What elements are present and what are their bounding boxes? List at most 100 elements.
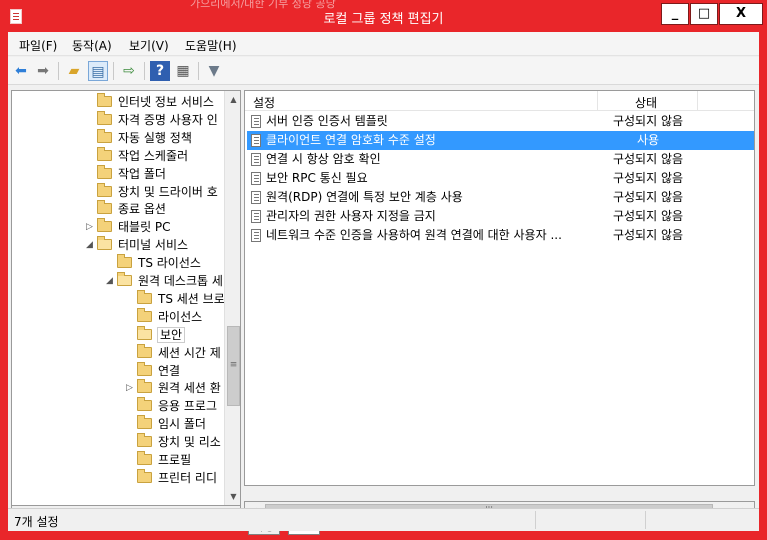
folder-icon [137, 397, 152, 412]
setting-row[interactable]: 네트워크 수준 인증을 사용하여 원격 연결에 대한 사용자 ... 구성되지 않… [247, 226, 754, 245]
tree-item[interactable]: 장치 및 드라이버 호 [97, 182, 218, 201]
menu-help[interactable]: 도움말(H) [185, 37, 237, 54]
properties-icon[interactable]: ▦ [173, 61, 193, 81]
forward-icon[interactable]: ➡ [33, 61, 53, 81]
menu-file[interactable]: 파일(F) [19, 37, 57, 54]
folder-icon [137, 307, 152, 322]
setting-row[interactable]: 보안 RPC 통신 필요 구성되지 않음 [247, 169, 754, 188]
tree-item[interactable]: 작업 스케줄러 [97, 146, 189, 165]
tree-item-label: 자격 증명 사용자 인 [118, 112, 218, 127]
export-icon[interactable]: ⇨ [119, 61, 139, 81]
folder-icon [137, 379, 152, 394]
folder-icon [97, 182, 112, 197]
tree-item[interactable]: ▷ 태블릿 PC [86, 218, 171, 236]
column-state[interactable]: 상태 [635, 94, 657, 111]
tree-pane[interactable]: 인터넷 정보 서비스 자격 증명 사용자 인 자동 실행 정책 작업 스케줄러작업 폴… [11, 90, 241, 506]
setting-name: 클라이언트 연결 암호화 수준 설정 [266, 133, 436, 147]
maximize-button[interactable]: □ [690, 3, 718, 25]
tree-item[interactable]: 작업 폴더 [97, 164, 166, 183]
menu-action[interactable]: 동작(A) [72, 37, 112, 54]
client-area: 파일(F) 동작(A) 보기(V) 도움말(H) ⬅ ➡ ▰ ▤ ⇨ ? ▦ ▼… [8, 32, 759, 535]
folder-icon [137, 343, 152, 358]
setting-name: 네트워크 수준 인증을 사용하여 원격 연결에 대한 사용자 ... [266, 228, 562, 242]
tree-item-label: 장치 및 리소 [158, 435, 221, 450]
policy-setting-icon [251, 229, 261, 242]
tree-item-label: 터미널 서비스 [118, 238, 189, 253]
folder-icon [137, 433, 152, 448]
column-setting[interactable]: 설정 [253, 94, 275, 111]
policy-setting-icon [251, 153, 261, 166]
setting-row[interactable]: 원격(RDP) 연결에 특정 보안 계층 사용 구성되지 않음 [247, 188, 754, 207]
tree-item-label: TS 라이선스 [138, 256, 201, 271]
expander-arrow-icon[interactable]: ▷ [86, 218, 93, 236]
tree-item[interactable]: 연결 [137, 361, 180, 380]
tree-item[interactable]: TS 라이선스 [117, 254, 201, 272]
policy-setting-icon [251, 191, 261, 204]
help-icon[interactable]: ? [150, 61, 170, 81]
title-bar[interactable]: 가으리에서/대한 기부 정당 공당 로컬 그룹 정책 편집기 _ □ X [0, 0, 767, 32]
folder-icon [137, 325, 152, 340]
tree-item-label: 종료 옵션 [118, 202, 166, 217]
back-icon[interactable]: ⬅ [11, 61, 31, 81]
tree-item[interactable]: 자동 실행 정책 [97, 128, 192, 147]
setting-row[interactable]: 관리자의 권한 사용자 지정을 금지 구성되지 않음 [247, 207, 754, 226]
tree-item[interactable]: TS 세션 브로 [137, 289, 225, 308]
setting-name: 보안 RPC 통신 필요 [266, 171, 368, 185]
setting-name: 관리자의 권한 사용자 지정을 금지 [266, 209, 436, 223]
folder-icon [97, 110, 112, 125]
settings-list-pane[interactable]: 설정 상태 서버 인증 인증서 템플릿 구성되지 않음 클라이언트 연결 암호화 수… [244, 90, 755, 486]
filter-icon[interactable]: ▼ [204, 61, 224, 81]
scroll-thumb[interactable]: ≡ [227, 326, 240, 406]
policy-setting-icon [251, 115, 261, 128]
scroll-up-arrow-icon[interactable]: ▲ [225, 91, 240, 108]
setting-state: 사용 [636, 133, 660, 147]
minimize-button[interactable]: _ [661, 3, 689, 25]
expander-arrow-icon[interactable]: ▷ [126, 379, 133, 397]
toolbar-separator [198, 62, 199, 80]
tree-item-label: 장치 및 드라이버 호 [118, 184, 218, 199]
setting-row[interactable]: 클라이언트 연결 암호화 수준 설정 사용 [247, 131, 754, 150]
setting-name: 연결 시 항상 암호 확인 [266, 152, 381, 166]
toolbar-separator [144, 62, 145, 80]
policy-setting-icon [251, 172, 261, 185]
tree-item[interactable]: 보안 [137, 325, 186, 344]
tree-item[interactable]: ◢ 원격 데스크톱 세 [106, 272, 223, 290]
tree-item[interactable]: 자격 증명 사용자 인 [97, 110, 218, 129]
tree-item[interactable]: 장치 및 리소 [137, 433, 221, 451]
tree-item[interactable]: 프린터 리디 [137, 468, 217, 487]
tree-item[interactable]: 인터넷 정보 서비스 [97, 93, 214, 111]
folder-icon [97, 236, 112, 251]
setting-row[interactable]: 연결 시 항상 암호 확인 구성되지 않음 [247, 150, 754, 169]
expander-arrow-icon[interactable]: ◢ [106, 272, 113, 290]
tree-item-label: 작업 스케줄러 [118, 148, 189, 163]
setting-state: 구성되지 않음 [612, 190, 684, 204]
column-divider[interactable] [697, 91, 698, 110]
tree-item[interactable]: 세션 시간 제 [137, 343, 221, 362]
status-segment [645, 511, 759, 529]
up-folder-icon[interactable]: ▰ [64, 61, 84, 81]
show-hide-tree-icon[interactable]: ▤ [88, 61, 108, 81]
tree-item[interactable]: ▷ 원격 세션 환 [126, 379, 221, 397]
folder-icon [97, 93, 112, 107]
tree-item[interactable]: 라이선스 [137, 307, 202, 326]
tree-vertical-scrollbar[interactable]: ▲ ≡ ▼ [224, 91, 240, 505]
tree-item[interactable]: ◢ 터미널 서비스 [86, 236, 189, 254]
status-bar: 7개 설정 [8, 508, 759, 531]
tree-item[interactable]: 응용 프로그 [137, 397, 217, 415]
close-button[interactable]: X [719, 3, 763, 25]
column-divider[interactable] [597, 91, 598, 110]
folder-icon [117, 254, 132, 269]
scroll-down-arrow-icon[interactable]: ▼ [225, 488, 240, 505]
tree-item-label: 원격 세션 환 [158, 381, 221, 396]
toolbar-separator [113, 62, 114, 80]
tree-item[interactable]: 종료 옵션 [97, 200, 166, 218]
setting-row[interactable]: 서버 인증 인증서 템플릿 구성되지 않음 [247, 112, 754, 131]
menu-view[interactable]: 보기(V) [129, 37, 169, 54]
tree-item[interactable]: 프로필 [137, 451, 191, 469]
toolbar-separator [58, 62, 59, 80]
tree-item-label: 작업 폴더 [118, 166, 166, 181]
tree-item[interactable]: 임시 폴더 [137, 415, 206, 433]
expander-arrow-icon[interactable]: ◢ [86, 236, 93, 254]
tree-item-label: 원격 데스크톱 세 [138, 274, 223, 288]
toolbar: ⬅ ➡ ▰ ▤ ⇨ ? ▦ ▼ [8, 57, 759, 85]
